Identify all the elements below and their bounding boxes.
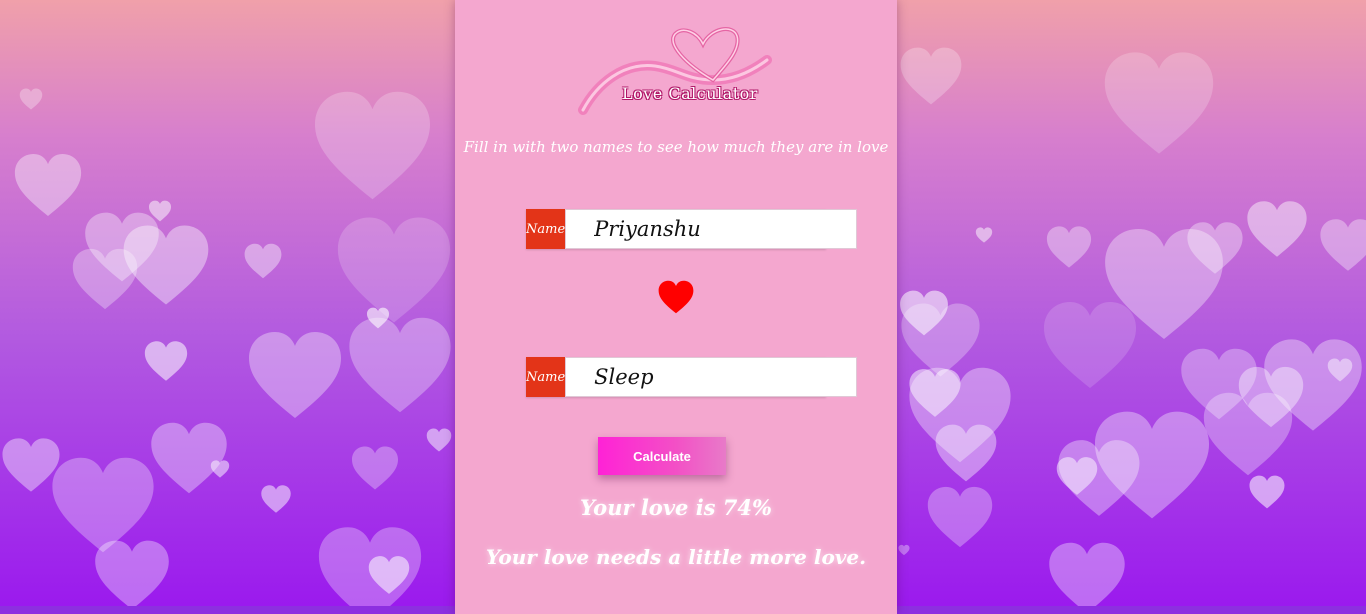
bg-heart bbox=[70, 246, 140, 312]
bg-heart bbox=[366, 307, 390, 329]
bg-heart bbox=[333, 215, 455, 325]
bg-heart bbox=[905, 368, 965, 418]
logo-text: Love Calculator bbox=[622, 84, 758, 103]
heart-icon bbox=[657, 280, 695, 314]
bg-heart bbox=[18, 88, 44, 110]
bg-heart bbox=[1326, 358, 1354, 382]
name1-input[interactable] bbox=[565, 209, 858, 249]
result-message: Your love needs a little more love. bbox=[485, 545, 867, 569]
ribbon-heart-icon bbox=[578, 27, 772, 115]
bg-heart bbox=[975, 227, 993, 243]
bg-heart bbox=[210, 460, 230, 478]
bg-heart bbox=[1046, 540, 1128, 614]
bg-heart bbox=[1055, 455, 1099, 497]
bg-heart bbox=[898, 520, 910, 580]
bg-heart bbox=[425, 428, 453, 452]
bg-heart bbox=[1318, 200, 1366, 290]
bg-heart bbox=[345, 315, 455, 415]
bg-heart bbox=[148, 420, 230, 496]
intro-text: Fill in with two names to see how much t… bbox=[463, 138, 889, 156]
bg-heart bbox=[310, 88, 435, 203]
calculator-panel: Love Calculator Fill in with two names t… bbox=[455, 0, 897, 614]
bg-heart bbox=[1040, 295, 1140, 395]
bg-heart bbox=[350, 445, 400, 491]
bg-heart bbox=[148, 200, 172, 222]
bg-heart bbox=[1244, 200, 1310, 258]
bg-heart bbox=[12, 152, 84, 218]
bg-heart bbox=[1045, 225, 1093, 269]
bg-heart bbox=[1200, 390, 1296, 478]
bg-heart bbox=[143, 340, 189, 382]
bg-heart bbox=[898, 36, 964, 116]
bg-heart bbox=[260, 484, 292, 514]
bg-heart bbox=[1100, 50, 1218, 156]
result-percent: Your love is 74% bbox=[580, 495, 772, 520]
calculate-button[interactable]: Calculate bbox=[598, 437, 726, 475]
bg-heart bbox=[898, 285, 950, 341]
name1-label: Name bbox=[526, 209, 566, 249]
bg-heart bbox=[243, 243, 283, 279]
bg-heart bbox=[933, 423, 999, 483]
name1-field: Name bbox=[526, 209, 858, 249]
name2-input[interactable] bbox=[565, 357, 858, 397]
bg-heart bbox=[925, 485, 995, 549]
bg-heart bbox=[1248, 474, 1286, 510]
bg-heart bbox=[245, 330, 345, 420]
bg-heart bbox=[92, 538, 172, 612]
name2-field: Name bbox=[526, 357, 858, 397]
name2-label: Name bbox=[526, 357, 566, 397]
bg-heart bbox=[1185, 220, 1245, 276]
bg-heart bbox=[367, 555, 411, 595]
logo: Love Calculator bbox=[575, 22, 775, 122]
